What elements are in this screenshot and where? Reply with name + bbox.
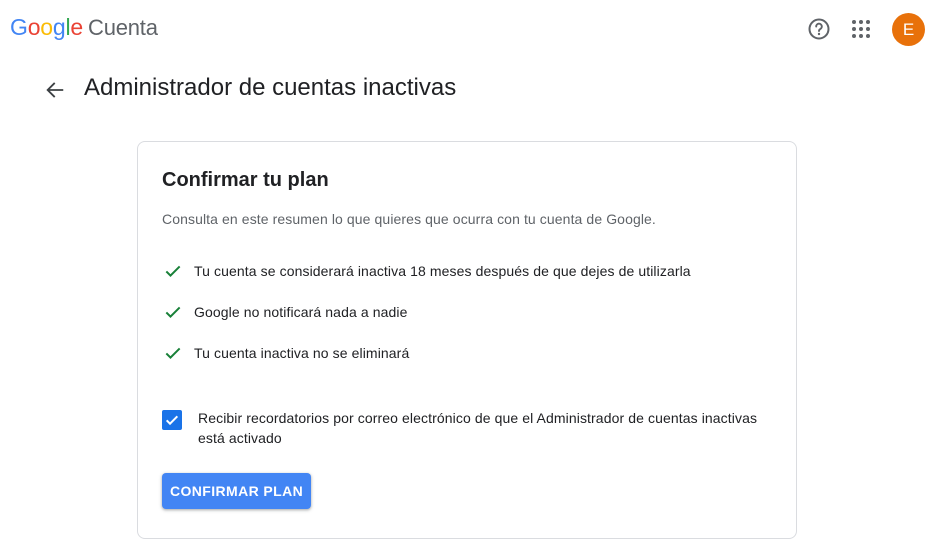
apps-button[interactable] (849, 17, 873, 41)
arrow-back-icon (46, 82, 64, 98)
plan-item-text: Google no notificará nada a nadie (194, 304, 408, 320)
logo-letter: g (52, 14, 66, 40)
top-bar: Google Cuenta E (0, 0, 929, 60)
plan-item-text: Tu cuenta se considerará inactiva 18 mes… (194, 263, 691, 279)
product-name: Cuenta (88, 15, 158, 40)
logo-letter: G (10, 14, 28, 40)
plan-item-text: Tu cuenta inactiva no se eliminará (194, 345, 410, 361)
confirm-plan-button[interactable]: CONFIRMAR PLAN (162, 473, 312, 509)
reminder-checkbox[interactable] (162, 410, 182, 430)
help-button[interactable] (806, 16, 832, 42)
reminder-option: Recibir recordatorios por correo electró… (162, 408, 774, 448)
apps-grid-icon (852, 20, 870, 38)
confirm-plan-card: Confirmar tu plan Consulta en este resum… (137, 141, 797, 539)
checkmark-icon (165, 415, 179, 426)
plan-summary-item: Tu cuenta inactiva no se eliminará (162, 342, 409, 364)
back-button[interactable] (42, 77, 68, 103)
page-title: Administrador de cuentas inactivas (84, 74, 457, 101)
card-title: Confirmar tu plan (162, 169, 329, 191)
reminder-label[interactable]: Recibir recordatorios por correo electró… (198, 408, 774, 448)
avatar[interactable]: E (892, 13, 925, 46)
card-description: Consulta en este resumen lo que quieres … (162, 211, 656, 227)
check-icon (162, 301, 184, 323)
help-circle-icon (808, 18, 830, 40)
logo-letter: o (27, 14, 41, 40)
check-icon (162, 260, 184, 282)
google-account-logo[interactable]: Google Cuenta (10, 14, 158, 44)
plan-summary-item: Google no notificará nada a nadie (162, 301, 407, 323)
plan-summary-item: Tu cuenta se considerará inactiva 18 mes… (162, 260, 691, 282)
check-icon (162, 342, 184, 364)
logo-letter: e (70, 14, 83, 40)
logo-letter: o (40, 14, 53, 40)
